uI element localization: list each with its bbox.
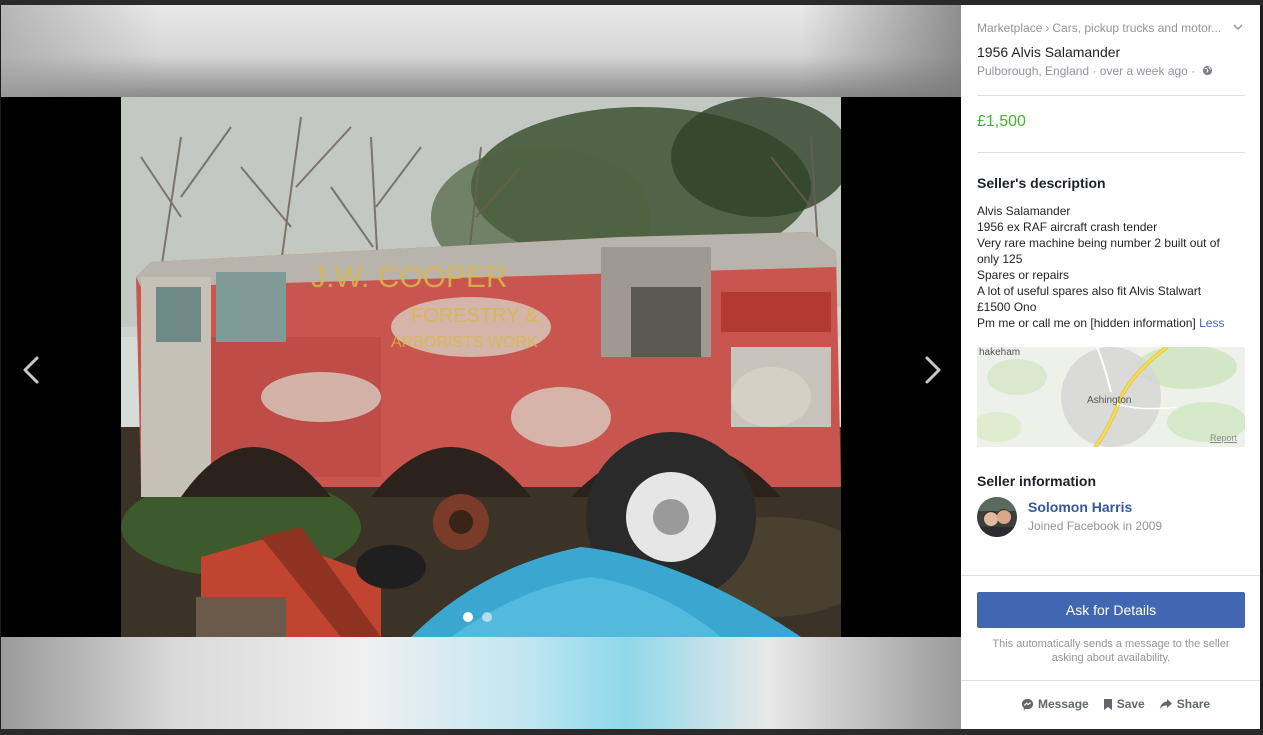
next-photo-button[interactable] [917, 350, 947, 390]
seller-name-link[interactable]: Solomon Harris [1028, 499, 1132, 515]
photo-dot-1[interactable] [463, 612, 473, 622]
listing-photo[interactable]: J.W. COOPER FORESTRY & ARBORISTS WORK [121, 97, 841, 637]
divider [977, 95, 1245, 96]
seller-avatar-image [977, 497, 1017, 537]
breadcrumb-separator: › [1045, 21, 1050, 35]
photo-blur-top [1, 5, 961, 97]
listing-modal: J.W. COOPER FORESTRY & ARBORISTS WORK Ma… [1, 5, 1260, 729]
message-button[interactable]: Message [1021, 697, 1089, 711]
photo-dot-2[interactable] [482, 612, 492, 622]
listing-meta: Pulborough, England · over a week ago · [977, 64, 1213, 78]
ask-details-note: This automatically sends a message to th… [992, 638, 1230, 664]
description-line: £1500 Ono [977, 300, 1037, 314]
chevron-right-icon [925, 356, 941, 384]
location-map[interactable]: hakeham Ashington Report [977, 347, 1245, 447]
save-label: Save [1116, 697, 1145, 711]
description-line: 1956 ex RAF aircraft crash tender [977, 220, 1158, 234]
sign-line-3: ARBORISTS WORK [391, 334, 538, 351]
avatar[interactable] [977, 497, 1017, 537]
sign-line-1: J.W. COOPER [311, 261, 508, 294]
ask-for-details-button[interactable]: Ask for Details [977, 592, 1245, 628]
listing-time: over a week ago [1099, 64, 1188, 78]
description-heading: Seller's description [977, 175, 1106, 191]
share-arrow-icon [1159, 699, 1172, 709]
photo-viewer: J.W. COOPER FORESTRY & ARBORISTS WORK [1, 5, 961, 729]
save-button[interactable]: Save [1103, 697, 1145, 711]
chevron-left-icon [23, 356, 39, 384]
seller-joined-text: Joined Facebook in 2009 [1028, 519, 1163, 533]
photo-blur-bottom [1, 637, 961, 729]
divider [961, 680, 1260, 681]
message-label: Message [1038, 697, 1089, 711]
meta-separator: · [1191, 64, 1196, 78]
sign-line-2: FORESTRY & [411, 305, 539, 327]
share-label: Share [1176, 697, 1211, 711]
description-line: A lot of useful spares also fit Alvis St… [977, 284, 1202, 298]
breadcrumb: Marketplace › Cars, pickup trucks and moto… [977, 21, 1227, 35]
previous-photo-button[interactable] [17, 350, 47, 390]
globe-icon [1202, 65, 1212, 76]
seller-description: Alvis Salamander 1956 ex RAF aircraft cr… [977, 203, 1237, 331]
description-line: Alvis Salamander [977, 204, 1071, 218]
share-button[interactable]: Share [1159, 697, 1210, 711]
vehicle-photo-illustration: J.W. COOPER FORESTRY & ARBORISTS WORK [121, 97, 841, 637]
messenger-icon [1021, 698, 1034, 710]
chevron-down-icon[interactable] [1232, 22, 1244, 32]
less-link[interactable]: Less [1199, 316, 1224, 330]
breadcrumb-marketplace[interactable]: Marketplace [977, 21, 1042, 35]
map-report-link[interactable]: Report [1210, 433, 1237, 443]
photo-pagination [463, 612, 492, 622]
background-page-strip-bottom [0, 729, 1263, 735]
breadcrumb-category[interactable]: Cars, pickup trucks and motor... [1052, 21, 1221, 35]
listing-details-panel: Marketplace › Cars, pickup trucks and moto… [961, 5, 1260, 729]
description-line-last: Pm me or call me on [hidden information]… [977, 315, 1237, 331]
bookmark-icon [1103, 698, 1112, 710]
divider [961, 575, 1260, 576]
description-contact: Pm me or call me on [hidden information] [977, 316, 1196, 330]
meta-separator: · [1092, 64, 1097, 78]
divider [977, 152, 1245, 153]
seller-info-heading: Seller information [977, 473, 1097, 489]
listing-price: £1,500 [977, 113, 1026, 130]
map-label-hakeham: hakeham [979, 347, 1021, 358]
description-line: Very rare machine being number 2 built o… [977, 236, 1220, 266]
description-line: Spares or repairs [977, 268, 1070, 282]
map-label-ashington: Ashington [1087, 395, 1132, 406]
listing-title: 1956 Alvis Salamander [977, 44, 1121, 60]
listing-location[interactable]: Pulborough, England [977, 64, 1089, 78]
listing-actions: Message Save Share [1021, 697, 1210, 711]
